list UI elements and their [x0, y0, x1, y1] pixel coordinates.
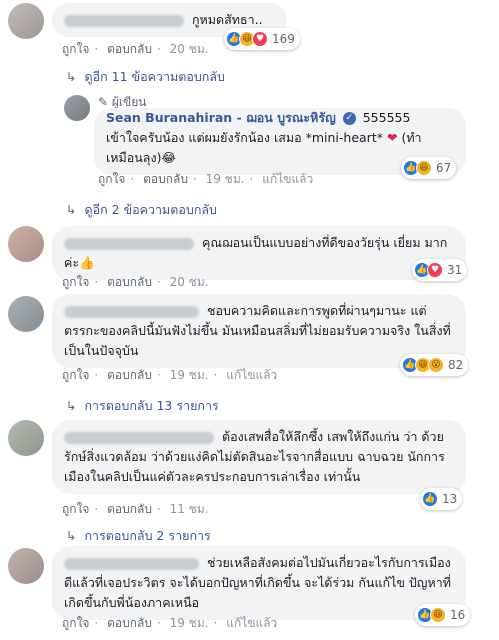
reaction-count: 16: [450, 608, 466, 622]
reaction-count: 13: [442, 492, 458, 506]
author-avatar[interactable]: [64, 95, 90, 121]
love-reaction-icon: ♥: [252, 31, 268, 47]
comment-actions: ถูกใจ · ตอบกลับ · 19 ชม. · แก้ไขแล้ว: [62, 368, 278, 382]
comment-bubble: คุณฌอนเป็นแบบอย่างที่ดีของวัยรุ่น เยี่ยม…: [52, 226, 466, 280]
comment-actions: ถูกใจ · ตอบกลับ · 20 ชม.: [62, 275, 209, 289]
comment-actions: ถูกใจ · ตอบกลับ · 19 ชม. · แก้ไขแล้ว: [62, 616, 278, 630]
reaction-count: 67: [436, 161, 452, 175]
avatar[interactable]: [8, 548, 44, 584]
avatar[interactable]: [8, 3, 44, 39]
reaction-summary[interactable]: 👍 😆 ♥ 169: [224, 28, 300, 50]
verified-badge-icon: ✓: [342, 112, 356, 125]
reaction-summary[interactable]: 👍 😆 16: [415, 604, 471, 626]
haha-reaction-icon: 😆: [416, 160, 432, 176]
comment-actions: ถูกใจ · ตอบกลับ · 11 ชม.: [62, 502, 209, 516]
reaction-summary[interactable]: 👍 13: [420, 488, 463, 510]
reply-link[interactable]: ตอบกลับ: [107, 616, 152, 630]
view-replies[interactable]: ↳ การตอบกลับ 13 รายการ: [66, 396, 219, 416]
view-more-replies[interactable]: ↳ ดูอีก 11 ข้อความตอบกลับ: [66, 67, 225, 87]
author-name[interactable]: Sean Buranahiran - ฌอน บูรณะหิรัญ: [106, 110, 336, 125]
heart-emoji: ❤: [386, 130, 398, 145]
reply-text: เข้าใจครับน้อง แต่ผมยังรักน้อง เสมอ *min…: [106, 130, 383, 145]
avatar[interactable]: [8, 226, 44, 262]
view-more-replies[interactable]: ↳ ดูอีก 2 ข้อความตอบกลับ: [66, 200, 217, 220]
comment-bubble: ช่วยเหลือสังคมต่อไปมันเกี่ยวอะไรกับการเม…: [52, 546, 466, 620]
reaction-summary[interactable]: 👍 😆 67: [401, 157, 457, 179]
view-replies[interactable]: ↳ การตอบกลับ 2 รายการ: [66, 526, 211, 546]
timestamp[interactable]: 19 ชม.: [170, 368, 209, 382]
commenter-name[interactable]: [64, 305, 199, 318]
reply-actions: ถูกใจ · ตอบกลับ · 19 ชม. · แก้ไขแล้ว: [98, 172, 314, 186]
reaction-count: 31: [447, 263, 463, 277]
reaction-summary[interactable]: 👍 😆 😮 82: [400, 354, 469, 376]
like-link[interactable]: ถูกใจ: [62, 368, 89, 382]
reaction-count: 169: [272, 32, 295, 46]
avatar[interactable]: [8, 420, 44, 456]
like-link[interactable]: ถูกใจ: [62, 616, 89, 630]
like-link[interactable]: ถูกใจ: [62, 275, 89, 289]
timestamp[interactable]: 11 ชม.: [170, 502, 209, 516]
commenter-name[interactable]: [64, 557, 199, 570]
reply-arrow-icon: ↳: [66, 528, 77, 543]
reply-number: 555555: [362, 110, 411, 125]
haha-reaction-icon: 😆: [430, 607, 446, 623]
timestamp[interactable]: 20 ชม.: [170, 42, 209, 56]
wow-reaction-icon: 😮: [428, 357, 444, 373]
love-reaction-icon: ♥: [427, 262, 443, 278]
reply-link[interactable]: ตอบกลับ: [107, 502, 152, 516]
reply-link[interactable]: ตอบกลับ: [107, 368, 152, 382]
edited-label[interactable]: แก้ไขแล้ว: [226, 616, 277, 630]
comment-actions: ถูกใจ · ตอบกลับ · 20 ชม.: [62, 42, 209, 56]
commenter-name[interactable]: [64, 237, 194, 250]
timestamp[interactable]: 20 ชม.: [170, 275, 209, 289]
pencil-icon: ✎: [98, 95, 109, 109]
reaction-summary[interactable]: 👍 ♥ 31: [412, 259, 468, 281]
edited-label[interactable]: แก้ไขแล้ว: [226, 368, 277, 382]
commenter-name[interactable]: [64, 14, 184, 27]
like-link[interactable]: ถูกใจ: [62, 42, 89, 56]
reply-link[interactable]: ตอบกลับ: [107, 275, 152, 289]
comment-bubble: ต้องเสพสื่อให้ลึกซึ้ง เสพให้ถึงแก่น ว่า …: [52, 420, 466, 494]
comment-text: กูหมดสัทธา..: [191, 12, 263, 27]
reaction-count: 82: [448, 358, 464, 372]
commenter-name[interactable]: [64, 431, 214, 444]
reply-arrow-icon: ↳: [66, 202, 77, 217]
reply-link[interactable]: ตอบกลับ: [143, 172, 188, 186]
like-link[interactable]: ถูกใจ: [98, 172, 125, 186]
timestamp[interactable]: 19 ชม.: [206, 172, 245, 186]
like-reaction-icon: 👍: [422, 491, 438, 507]
reply-arrow-icon: ↳: [66, 69, 77, 84]
reply-arrow-icon: ↳: [66, 398, 77, 413]
like-link[interactable]: ถูกใจ: [62, 502, 89, 516]
reply-link[interactable]: ตอบกลับ: [107, 42, 152, 56]
edited-label[interactable]: แก้ไขแล้ว: [262, 172, 313, 186]
avatar[interactable]: [8, 296, 44, 332]
timestamp[interactable]: 19 ชม.: [170, 616, 209, 630]
